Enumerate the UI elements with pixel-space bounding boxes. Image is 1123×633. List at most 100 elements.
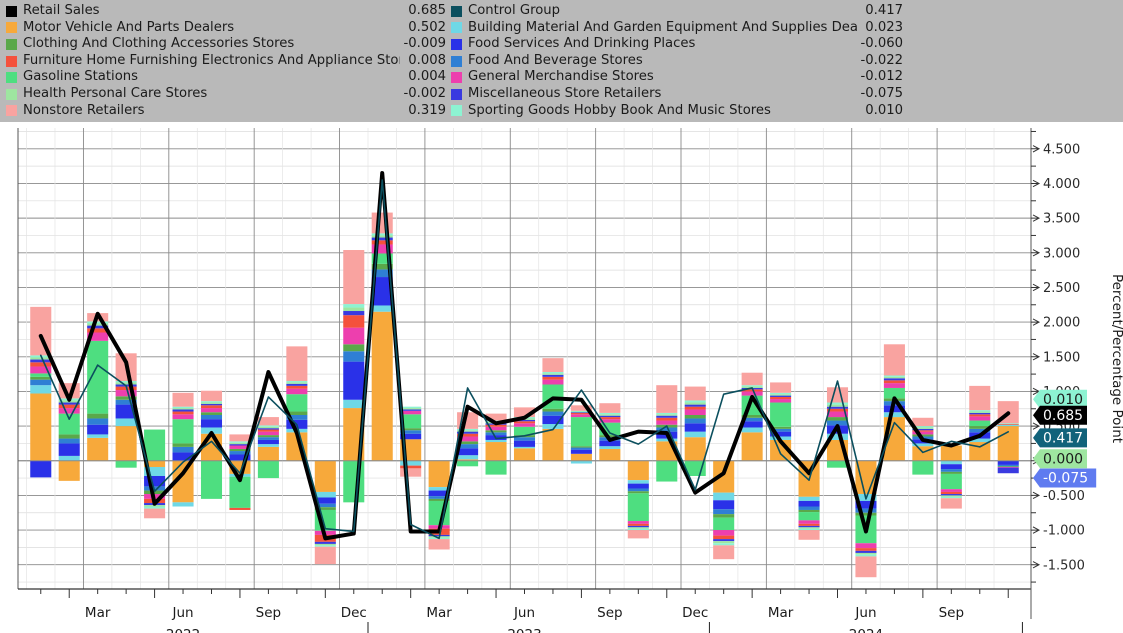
bar-segment xyxy=(371,212,393,234)
bar-segment xyxy=(798,523,820,526)
cursor-label-text: -0.075 xyxy=(1043,470,1088,486)
bar-segment xyxy=(713,517,735,531)
y-tick-mark xyxy=(1031,283,1041,292)
legend-item[interactable]: General Merchandise Stores -0.012 xyxy=(451,69,903,86)
legend-item[interactable]: Food And Beverage Stores -0.022 xyxy=(451,53,903,70)
bar-segment xyxy=(883,378,905,381)
bar-segment xyxy=(257,425,279,427)
cursor-label-text: 0.685 xyxy=(1043,408,1083,424)
bar-segment xyxy=(144,506,166,509)
legend-item[interactable]: Building Material And Garden Equipment A… xyxy=(451,20,903,37)
bar-segment xyxy=(940,471,962,474)
x-tick-label: Sep xyxy=(939,605,964,621)
bar-segment xyxy=(400,465,422,469)
cursor-value-label[interactable]: 0.685 xyxy=(1033,405,1087,425)
bar-segment xyxy=(542,374,564,377)
y-tick-label: -1.500 xyxy=(1043,558,1085,573)
bar-segment xyxy=(542,411,564,416)
bar-segment xyxy=(713,539,735,542)
chart-screenshot: Retail Sales 0.685 Motor Vehicle And Parts… xyxy=(0,0,1123,633)
bar-segment xyxy=(87,413,109,419)
legend-item-label: Control Group xyxy=(468,3,561,18)
legend-item[interactable]: Clothing And Clothing Accessories Stores… xyxy=(6,36,446,53)
bar-segment xyxy=(371,237,393,241)
bar-segment xyxy=(513,446,536,449)
bar-segment xyxy=(542,408,564,412)
bar-segment xyxy=(599,417,621,420)
bar-segment xyxy=(599,414,621,416)
bar-segment xyxy=(314,543,336,546)
bar-segment xyxy=(314,491,336,498)
bar-segment xyxy=(627,523,649,526)
legend-item[interactable]: Food Services And Drinking Places -0.060 xyxy=(451,36,903,53)
bar-segment xyxy=(855,550,877,553)
bar-segment xyxy=(30,359,52,363)
bar-segment xyxy=(485,460,507,475)
legend-item[interactable]: Control Group 0.417 xyxy=(451,3,903,20)
bar-segment xyxy=(855,552,877,555)
bar-segment xyxy=(257,437,279,440)
legend-item[interactable]: Nonstore Retailers 0.319 xyxy=(6,103,446,120)
bar-segment xyxy=(713,530,735,536)
y-tick-mark xyxy=(1031,145,1041,153)
bar-segment xyxy=(713,509,735,515)
bar-segment xyxy=(314,545,336,547)
bar-segment xyxy=(940,495,962,497)
bar-segment xyxy=(570,417,592,447)
bar-segment xyxy=(627,483,649,489)
cursor-value-label[interactable]: 0.417 xyxy=(1033,428,1087,448)
bar-segment xyxy=(257,446,279,461)
legend-item-label: Motor Vehicle And Parts Dealers xyxy=(23,19,235,35)
legend-item[interactable]: Health Personal Care Stores -0.002 xyxy=(6,86,446,103)
legend-color-swatch-icon xyxy=(6,38,17,50)
cursor-label-text: 0.417 xyxy=(1043,430,1083,446)
cursor-value-labels: 0.0100.685 0.417 0.000 -0.075 xyxy=(1033,389,1097,488)
bar-segment xyxy=(400,408,422,410)
legend-item[interactable]: Gasoline Stations 0.004 xyxy=(6,69,446,86)
bar-segment xyxy=(627,528,649,531)
bar-segment xyxy=(485,439,507,443)
bar-segment xyxy=(940,473,962,490)
bar-segment xyxy=(371,233,393,236)
bar-segment xyxy=(798,528,820,531)
legend-item[interactable]: Furniture Home Furnishing Electronics An… xyxy=(6,53,446,70)
bar-segment xyxy=(684,431,706,438)
bar-segment xyxy=(457,460,479,467)
legend-item[interactable]: Motor Vehicle And Parts Dealers 0.502 xyxy=(6,20,446,37)
bar-segment xyxy=(30,362,52,367)
bar-segment xyxy=(30,357,52,360)
bar-segment xyxy=(912,460,934,475)
cursor-value-label[interactable]: -0.075 xyxy=(1033,468,1097,488)
bar-segment xyxy=(428,460,450,488)
y-axis-ticks: 4.5004.0003.5003.0002.5002.0001.5001.000… xyxy=(1031,130,1085,583)
legend-color-swatch-icon xyxy=(6,5,17,17)
bar-segment xyxy=(314,460,336,492)
bar-segment xyxy=(485,432,507,436)
bar-segment xyxy=(570,447,592,450)
legend-column-right: Control Group 0.417 Building Material And … xyxy=(451,3,903,119)
legend-item[interactable]: Miscellaneous Store Retailers -0.075 xyxy=(451,86,903,103)
chart-legend: Retail Sales 0.685 Motor Vehicle And Parts… xyxy=(0,0,1123,122)
bar-segment xyxy=(172,414,194,420)
legend-color-swatch-icon xyxy=(451,55,462,67)
legend-item[interactable]: Retail Sales 0.685 xyxy=(6,3,446,20)
x-tick-label: Jun xyxy=(513,605,535,621)
bar-segment xyxy=(599,403,621,413)
plot-area: 4.5004.0003.5003.0002.5002.0001.5001.000… xyxy=(0,122,1123,633)
legend-item[interactable]: Sporting Goods Hobby Book And Music Stor… xyxy=(451,103,903,120)
stacked-bar xyxy=(570,405,592,464)
bar-segment xyxy=(684,406,706,410)
bar-segment xyxy=(883,383,905,388)
bar-segment xyxy=(855,543,877,549)
bar-segment xyxy=(428,487,450,491)
bar-segment xyxy=(713,543,735,546)
bar-segment xyxy=(257,429,279,432)
bar-segment xyxy=(343,307,365,312)
y-tick-mark xyxy=(1031,561,1041,569)
cursor-value-label[interactable]: 0.000 xyxy=(1033,449,1087,469)
bar-segment xyxy=(741,385,763,387)
bar-segment xyxy=(684,404,706,407)
bar-segment xyxy=(30,376,52,380)
bar-segment xyxy=(627,480,649,484)
bar-segment xyxy=(684,437,706,461)
